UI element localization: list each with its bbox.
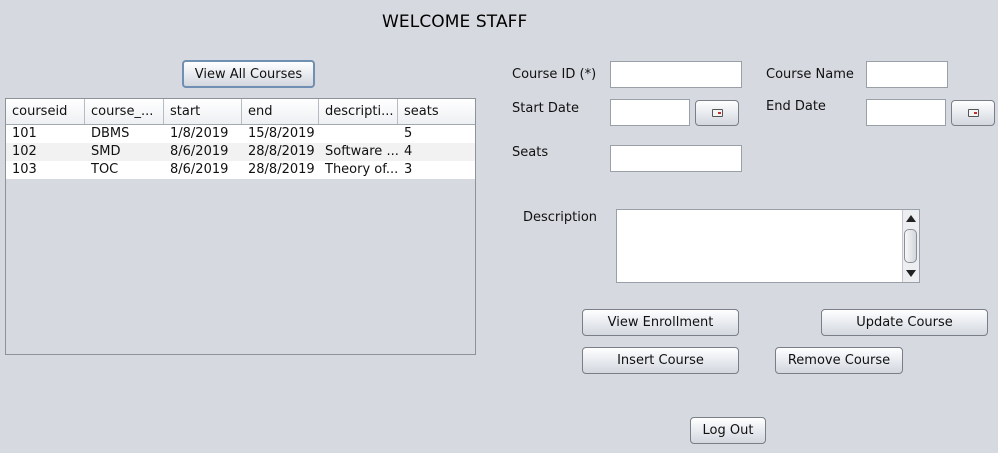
description-field-container: [616, 209, 920, 283]
table-cell: 28/8/2019: [248, 144, 315, 159]
table-row[interactable]: 102 SMD 8/6/2019 28/8/2019 Software ... …: [6, 143, 475, 161]
table-cell: SMD: [91, 144, 121, 159]
description-field[interactable]: [617, 210, 903, 282]
column-header-seats[interactable]: seats: [398, 99, 475, 124]
page-title: WELCOME STAFF: [382, 12, 528, 32]
column-header-course-name[interactable]: course_...: [85, 99, 164, 124]
update-course-button[interactable]: Update Course: [821, 309, 988, 336]
table-cell: TOC: [91, 162, 119, 177]
seats-label: Seats: [512, 145, 549, 160]
course-name-label: Course Name: [766, 67, 854, 82]
calendar-icon: [711, 109, 723, 117]
table-cell: 8/6/2019: [170, 144, 229, 159]
course-id-field[interactable]: [610, 61, 742, 88]
start-date-picker-button[interactable]: [695, 100, 739, 126]
description-scrollbar[interactable]: [902, 210, 919, 282]
table-cell: 1/8/2019: [170, 126, 229, 141]
table-cell: 28/8/2019: [248, 162, 315, 177]
table-header: courseid course_... start end descripti.…: [6, 99, 475, 125]
table-cell: 15/8/2019: [248, 126, 315, 141]
scroll-up-icon[interactable]: [906, 215, 916, 222]
column-header-courseid[interactable]: courseid: [6, 99, 85, 124]
table-cell: 8/6/2019: [170, 162, 229, 177]
course-name-field[interactable]: [866, 61, 948, 88]
table-cell: DBMS: [91, 126, 130, 141]
table-cell: 103: [12, 162, 37, 177]
insert-course-button[interactable]: Insert Course: [582, 347, 739, 374]
table-cell: 3: [404, 162, 413, 177]
column-header-description[interactable]: descripti...: [319, 99, 398, 124]
table-row[interactable]: 101 DBMS 1/8/2019 15/8/2019 5: [6, 125, 475, 143]
courses-table[interactable]: courseid course_... start end descripti.…: [5, 98, 476, 355]
table-cell: Software ...: [325, 144, 398, 159]
view-enrollment-button[interactable]: View Enrollment: [582, 309, 739, 336]
table-cell: 5: [404, 126, 413, 141]
table-body: 101 DBMS 1/8/2019 15/8/2019 5 102 SMD 8/…: [6, 125, 475, 179]
seats-field[interactable]: [610, 145, 742, 172]
scroll-down-icon[interactable]: [906, 270, 916, 277]
column-header-start[interactable]: start: [164, 99, 242, 124]
calendar-icon: [967, 109, 979, 117]
start-date-label: Start Date: [512, 101, 579, 116]
table-row[interactable]: 103 TOC 8/6/2019 28/8/2019 Theory of... …: [6, 161, 475, 179]
log-out-button[interactable]: Log Out: [690, 417, 766, 444]
scroll-thumb[interactable]: [904, 229, 917, 263]
description-label: Description: [523, 210, 598, 225]
remove-course-button[interactable]: Remove Course: [775, 347, 903, 374]
table-cell: 4: [404, 144, 413, 159]
column-header-end[interactable]: end: [242, 99, 319, 124]
course-id-label: Course ID (*): [512, 67, 597, 82]
start-date-field[interactable]: [610, 99, 690, 126]
table-cell: [319, 125, 398, 143]
end-date-picker-button[interactable]: [951, 100, 995, 126]
table-cell: 102: [12, 144, 37, 159]
end-date-field[interactable]: [866, 99, 946, 126]
end-date-label: End Date: [766, 99, 826, 114]
table-cell: 101: [12, 126, 37, 141]
table-cell: Theory of...: [325, 162, 398, 177]
view-all-courses-button[interactable]: View All Courses: [182, 60, 315, 88]
